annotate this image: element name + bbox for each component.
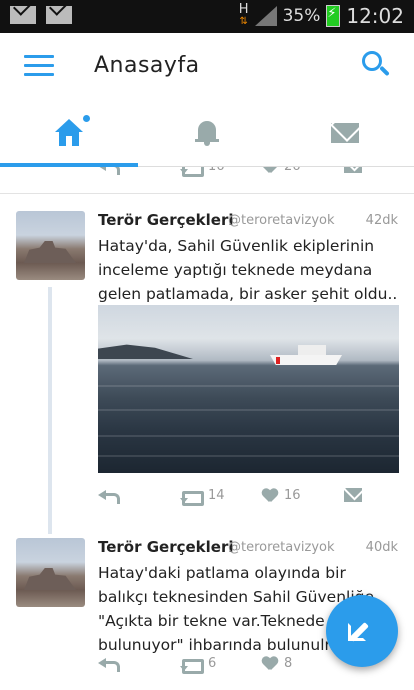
like-count: 8 [284, 656, 293, 671]
like-count: 26 [284, 167, 301, 174]
reply-button[interactable] [98, 488, 120, 504]
compose-icon [348, 619, 374, 643]
direct-message-button[interactable] [344, 167, 362, 173]
like-button[interactable]: 26 [262, 167, 301, 174]
tweet-actions: 14 16 [0, 488, 414, 510]
clock: 12:02 [346, 4, 404, 28]
retweet-button[interactable]: 6 [180, 656, 217, 674]
mail-check-notification-icon [46, 6, 72, 24]
reply-button[interactable] [98, 656, 120, 672]
app-bar: Anasayfa [0, 33, 414, 99]
heart-icon [262, 167, 278, 174]
author-handle[interactable]: @teroretavizyok [228, 213, 335, 228]
retweet-button[interactable]: 16 [180, 167, 225, 177]
tweet-text: Hatay'da, Sahil Güvenlik ekiplerinin inc… [98, 237, 398, 303]
status-bar: H⇅ 35% 12:02 [0, 0, 414, 33]
author-name[interactable]: Terör Gerçekleri [98, 211, 234, 229]
battery-percent: 35% [282, 6, 321, 26]
reply-button[interactable] [98, 167, 120, 175]
retweet-button[interactable]: 14 [180, 488, 225, 506]
mail-notification-icon [10, 6, 36, 24]
previous-tweet-actions: 16 26 [0, 167, 414, 181]
reply-icon [98, 488, 120, 504]
tweet[interactable]: Terör Gerçekleri @teroretavizyok 42dk Ha… [0, 194, 414, 537]
retweet-count: 14 [208, 488, 225, 503]
retweet-icon [180, 657, 204, 674]
avatar[interactable] [16, 538, 85, 607]
page-title: Anasayfa [94, 53, 200, 78]
tweet-time: 42dk [365, 213, 398, 228]
tab-messages[interactable] [276, 99, 414, 167]
tab-bar [0, 99, 414, 167]
envelope-icon [344, 167, 362, 173]
menu-icon[interactable] [24, 55, 54, 77]
like-button[interactable]: 8 [262, 656, 292, 671]
author-name[interactable]: Terör Gerçekleri [98, 538, 234, 556]
tweet-media-image[interactable] [98, 305, 399, 473]
bell-icon [195, 119, 219, 147]
reply-icon [98, 167, 120, 175]
heart-icon [262, 489, 278, 503]
avatar[interactable] [16, 211, 85, 280]
tab-notifications[interactable] [138, 99, 276, 167]
retweet-count: 6 [208, 656, 217, 671]
author-handle[interactable]: @teroretavizyok [228, 540, 335, 555]
direct-message-button[interactable] [344, 488, 362, 502]
network-type-icon: H ⇅ [238, 2, 249, 27]
heart-icon [262, 657, 278, 671]
mail-icon [331, 123, 359, 143]
home-icon [54, 115, 90, 147]
compose-tweet-button[interactable] [326, 595, 398, 667]
like-button[interactable]: 16 [262, 488, 301, 503]
retweet-icon [180, 167, 204, 177]
search-icon[interactable] [362, 51, 390, 79]
envelope-icon [344, 488, 362, 502]
like-count: 16 [284, 488, 301, 503]
reply-icon [98, 656, 120, 672]
retweet-icon [180, 489, 204, 506]
signal-icon [254, 6, 277, 26]
tab-home[interactable] [0, 99, 138, 167]
battery-charging-icon [326, 5, 341, 27]
retweet-count: 16 [208, 167, 225, 174]
tweet-time: 40dk [365, 540, 398, 555]
